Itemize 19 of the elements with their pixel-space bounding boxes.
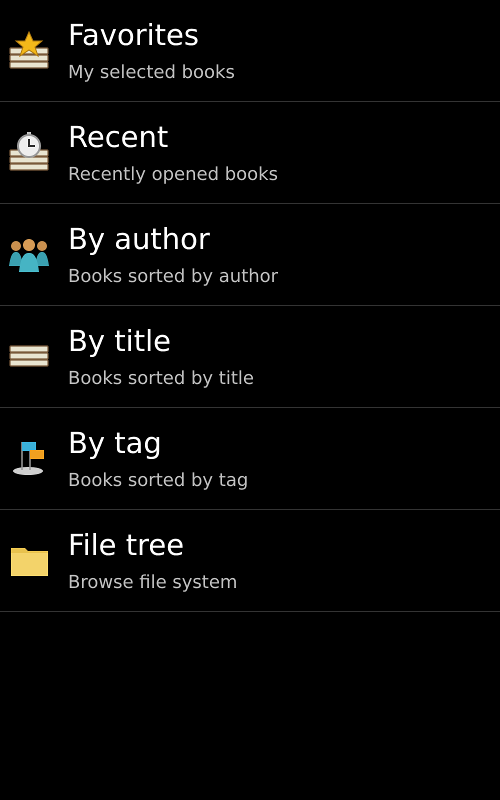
item-title: By author <box>68 220 211 256</box>
item-subtitle: Books sorted by author <box>68 264 278 288</box>
item-subtitle: My selected books <box>68 60 235 84</box>
clock-books-icon <box>8 130 50 172</box>
item-subtitle: Books sorted by title <box>68 366 254 390</box>
item-title: By title <box>68 322 172 358</box>
item-subtitle: Books sorted by tag <box>68 468 248 492</box>
menu-item[interactable]: Favorites My selected books <box>0 0 500 102</box>
menu-item[interactable]: File tree Browse file system <box>0 510 500 612</box>
item-subtitle: Browse file system <box>68 570 238 594</box>
menu-item[interactable]: Recent Recently opened books <box>0 102 500 204</box>
menu-item[interactable]: By title Books sorted by title <box>0 306 500 408</box>
item-title: Recent <box>68 118 170 154</box>
menu-item[interactable]: By tag Books sorted by tag <box>0 408 500 510</box>
item-title: By tag <box>68 424 163 460</box>
item-title: File tree <box>68 526 186 562</box>
menu-item[interactable]: By author Books sorted by author <box>0 204 500 306</box>
item-subtitle: Recently opened books <box>68 162 278 186</box>
item-title: Favorites <box>68 16 200 52</box>
